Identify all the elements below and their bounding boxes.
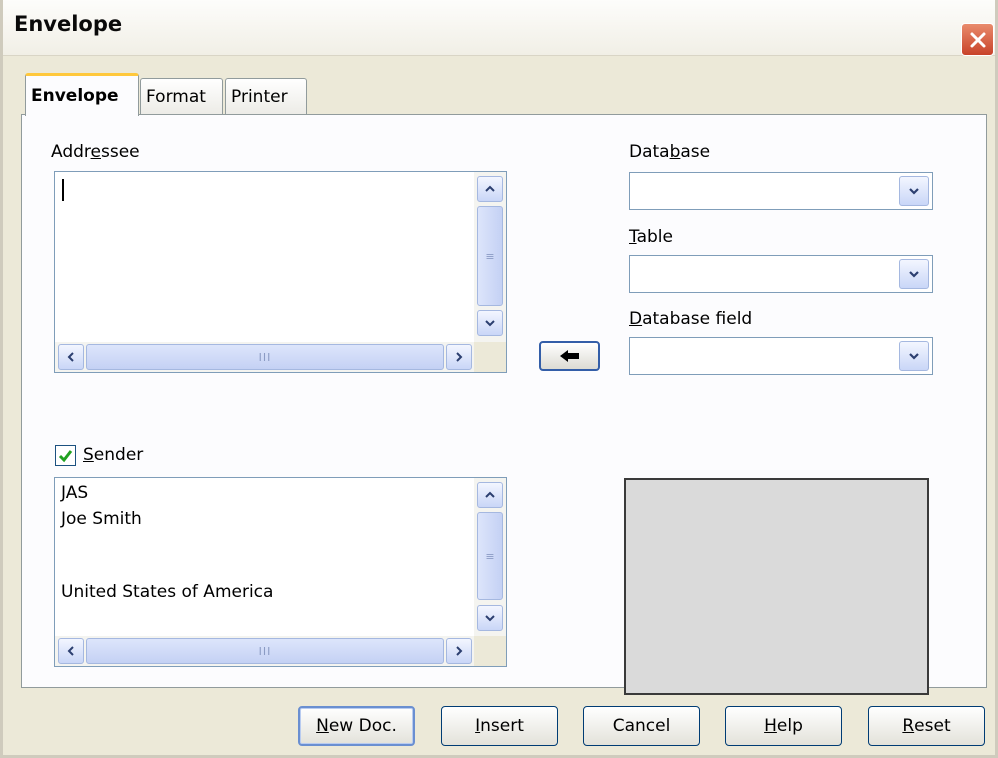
database-label: Database <box>629 142 711 162</box>
insert-button[interactable]: Insert <box>441 706 558 746</box>
sender-textarea[interactable]: JAS Joe Smith United States of America ≡… <box>54 477 507 667</box>
scroll-right-button[interactable] <box>446 344 472 370</box>
database-select[interactable] <box>629 172 933 210</box>
scroll-corner <box>474 636 506 666</box>
title-bar: Envelope <box>3 0 995 56</box>
scroll-left-button[interactable] <box>58 344 84 370</box>
chevron-down-icon <box>909 353 919 360</box>
cancel-button[interactable]: Cancel <box>583 706 700 746</box>
close-button[interactable] <box>961 23 994 56</box>
addressee-textarea[interactable]: ≡ III <box>54 171 507 373</box>
chevron-right-icon <box>456 646 463 656</box>
envelope-preview <box>624 478 929 695</box>
scroll-thumb[interactable]: ≡ <box>477 206 503 306</box>
scroll-down-button[interactable] <box>477 310 503 336</box>
database-dropdown-button[interactable] <box>899 176 929 206</box>
sender-line: JAS <box>61 483 89 503</box>
reset-button[interactable]: Reset <box>868 706 985 746</box>
database-field-label: Database field <box>629 309 753 329</box>
database-field-select[interactable] <box>629 337 933 375</box>
insert-field-button[interactable] <box>539 341 600 371</box>
table-select[interactable] <box>629 255 933 293</box>
chevron-down-icon <box>485 320 495 327</box>
scroll-thumb-horizontal[interactable]: III <box>86 638 444 664</box>
chevron-left-icon <box>67 646 74 656</box>
sender-line: Joe Smith <box>61 509 142 529</box>
chevron-up-icon <box>485 185 495 192</box>
sender-vscrollbar[interactable]: ≡ <box>474 478 506 636</box>
help-button[interactable]: Help <box>725 706 842 746</box>
scroll-down-button[interactable] <box>477 605 503 631</box>
chevron-down-icon <box>485 615 495 622</box>
sender-checkbox[interactable] <box>55 445 76 466</box>
sender-hscrollbar[interactable]: III <box>55 636 476 666</box>
scroll-up-button[interactable] <box>477 176 503 202</box>
tab-format[interactable]: Format <box>140 78 223 115</box>
arrow-left-icon <box>559 350 579 362</box>
close-icon <box>970 32 985 47</box>
tab-envelope[interactable]: Envelope <box>25 73 139 116</box>
new-doc-button[interactable]: New Doc. <box>298 706 415 746</box>
scroll-right-button[interactable] <box>446 638 472 664</box>
envelope-dialog: Envelope Envelope Format Printer Address… <box>0 0 998 758</box>
addressee-label: Addressee <box>51 142 140 162</box>
sender-label[interactable]: Sender <box>83 445 143 465</box>
checkmark-icon <box>58 450 73 463</box>
scroll-thumb-horizontal[interactable]: III <box>86 344 444 370</box>
table-dropdown-button[interactable] <box>899 259 929 289</box>
database-field-dropdown-button[interactable] <box>899 341 929 371</box>
text-cursor <box>62 179 64 201</box>
scroll-thumb[interactable]: ≡ <box>477 512 503 600</box>
chevron-left-icon <box>67 352 74 362</box>
chevron-up-icon <box>485 491 495 498</box>
addressee-hscrollbar[interactable]: III <box>55 342 476 372</box>
sender-line: United States of America <box>61 582 274 602</box>
addressee-vscrollbar[interactable]: ≡ <box>474 172 506 342</box>
scroll-left-button[interactable] <box>58 638 84 664</box>
scroll-up-button[interactable] <box>477 482 503 508</box>
chevron-down-icon <box>909 271 919 278</box>
window-title: Envelope <box>14 12 123 36</box>
chevron-down-icon <box>909 188 919 195</box>
table-label: Table <box>629 227 673 247</box>
scroll-corner <box>474 342 506 372</box>
tab-printer[interactable]: Printer <box>225 78 307 115</box>
chevron-right-icon <box>456 352 463 362</box>
